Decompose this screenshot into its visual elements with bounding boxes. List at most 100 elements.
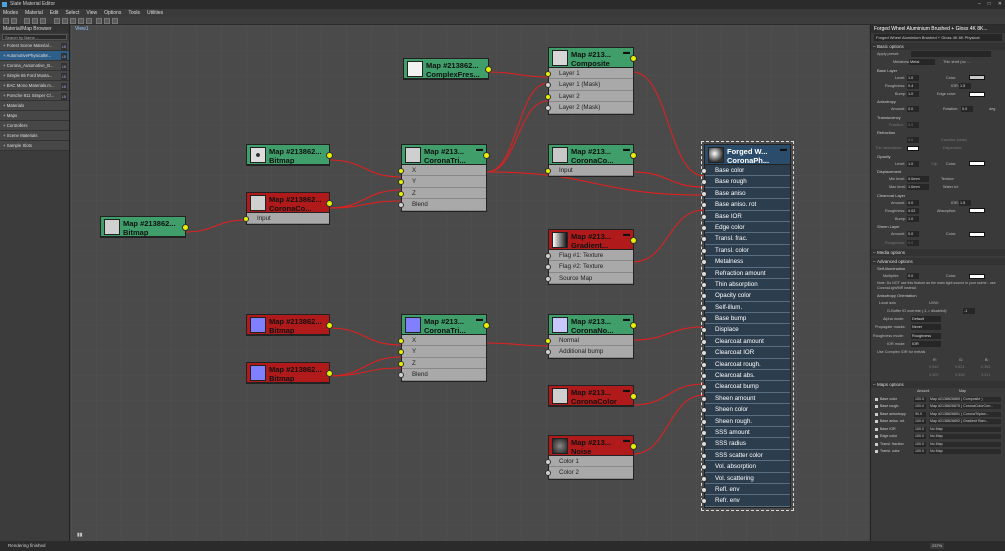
input-socket[interactable] bbox=[545, 470, 551, 477]
node-slot[interactable]: Refr. env bbox=[701, 495, 790, 507]
fraction-value[interactable]: 0.0 bbox=[907, 121, 919, 128]
node-triplanar-bot[interactable]: Map #213... CoronaTri... ▬ X Y Z Blend bbox=[398, 314, 490, 382]
input-socket[interactable] bbox=[701, 373, 707, 380]
input-socket[interactable] bbox=[701, 475, 707, 482]
input-socket[interactable] bbox=[545, 253, 551, 259]
map-slot-button[interactable]: Map #2138626889 ( Composite ) bbox=[929, 396, 1001, 402]
input-socket[interactable] bbox=[545, 93, 551, 100]
node-slot[interactable]: Opacity color bbox=[701, 290, 790, 302]
base-color-swatch[interactable] bbox=[969, 75, 985, 81]
select-tool-icon[interactable] bbox=[3, 18, 9, 24]
node-header[interactable]: Map #213... CoronaCo... ▬ bbox=[549, 145, 637, 165]
output-socket[interactable] bbox=[630, 152, 637, 159]
gbuffer-value[interactable]: -1 bbox=[963, 307, 975, 314]
aniso-amount-value[interactable]: 0.0 bbox=[907, 106, 919, 113]
output-socket[interactable] bbox=[630, 322, 637, 329]
k-b-value[interactable]: 3.311 bbox=[981, 371, 990, 379]
cc-roughness-value[interactable]: 0.02 bbox=[907, 207, 919, 214]
input-socket[interactable] bbox=[545, 105, 551, 112]
node-header[interactable]: Map #213... CoronaColor ▬ bbox=[549, 386, 637, 406]
minimize-button[interactable]: – bbox=[978, 0, 981, 9]
output-socket[interactable] bbox=[630, 55, 637, 62]
aniso-rotation-value[interactable]: 0.0 bbox=[961, 106, 973, 113]
input-socket[interactable] bbox=[545, 275, 551, 282]
output-socket[interactable] bbox=[630, 443, 637, 450]
input-socket[interactable] bbox=[701, 486, 707, 493]
node-header[interactable]: Map #213... Gradient... ▬ bbox=[549, 230, 637, 250]
assign-icon[interactable] bbox=[24, 18, 30, 24]
map-enable-checkbox[interactable] bbox=[875, 412, 878, 416]
k-r-value[interactable]: 3.500 bbox=[929, 371, 939, 379]
node-composite[interactable]: Map #213... Composite ▬ Layer 1 Layer 1 (Mas… bbox=[545, 47, 637, 115]
browser-item[interactable]: + AutomotivePhysicalM... LB bbox=[0, 51, 69, 61]
menu-edit[interactable]: Edit bbox=[50, 9, 59, 17]
input-socket[interactable] bbox=[701, 247, 707, 254]
menu-options[interactable]: Options bbox=[104, 9, 121, 17]
browser-item[interactable]: + Materials bbox=[0, 101, 69, 111]
node-slot[interactable]: Layer 2 (Mask) bbox=[545, 102, 633, 114]
input-socket[interactable] bbox=[701, 407, 707, 414]
input-socket[interactable] bbox=[398, 190, 404, 197]
maps-options-header[interactable]: Maps options bbox=[871, 381, 1005, 389]
uvw-radio[interactable]: UVW: bbox=[929, 299, 939, 307]
input-socket[interactable] bbox=[701, 281, 707, 288]
map-enable-checkbox[interactable] bbox=[875, 435, 878, 439]
sheen-color-swatch[interactable] bbox=[969, 231, 985, 237]
input-socket[interactable] bbox=[701, 441, 707, 448]
node-complexfresnel[interactable]: Map #213862... ComplexFres... bbox=[403, 58, 492, 80]
bump-value[interactable]: 1.0 bbox=[907, 91, 919, 98]
node-slot[interactable]: Sheen color bbox=[701, 404, 790, 416]
input-socket[interactable] bbox=[398, 168, 404, 174]
menu-utilities[interactable]: Utilities bbox=[147, 9, 163, 17]
layout-all-icon[interactable] bbox=[78, 18, 84, 24]
ior-value[interactable]: 1.5 bbox=[959, 82, 971, 89]
sheen-amount-value[interactable]: 0.0 bbox=[907, 231, 919, 238]
menu-view[interactable]: View bbox=[86, 9, 97, 17]
material-map-browser-icon[interactable] bbox=[96, 18, 102, 24]
node-slot[interactable]: Layer 1 (Mask) bbox=[545, 79, 633, 91]
opacity-level-value[interactable]: 1.0 bbox=[907, 160, 919, 167]
collapse-icon[interactable]: ▬ bbox=[623, 231, 630, 238]
zoom-dropdown[interactable]: 237% bbox=[930, 543, 945, 549]
map-enable-checkbox[interactable] bbox=[875, 405, 878, 409]
map-enable-checkbox[interactable] bbox=[875, 397, 878, 401]
browser-item[interactable]: + Controllers bbox=[0, 121, 69, 131]
n-g-value[interactable]: 0.824 bbox=[955, 363, 965, 371]
input-socket[interactable] bbox=[701, 429, 707, 436]
navigator-icon[interactable]: ▮▮ bbox=[77, 532, 83, 538]
input-socket[interactable] bbox=[545, 264, 551, 271]
n-b-value[interactable]: 0.352 bbox=[981, 363, 991, 371]
output-socket[interactable] bbox=[483, 152, 490, 159]
map-enable-checkbox[interactable] bbox=[875, 427, 878, 431]
basic-options-header[interactable]: Basic options bbox=[871, 43, 1005, 50]
input-socket[interactable] bbox=[701, 190, 707, 197]
output-socket[interactable] bbox=[326, 370, 333, 377]
input-socket[interactable] bbox=[398, 338, 404, 344]
map-slot-button[interactable]: No Map bbox=[929, 449, 1001, 455]
node-bitmap-left[interactable]: Map #213862... Bitmap bbox=[100, 216, 189, 238]
node-slot[interactable]: Blend bbox=[398, 199, 486, 211]
node-header[interactable]: Map #213... Composite ▬ bbox=[549, 48, 637, 68]
cc-bump-value[interactable]: 1.0 bbox=[907, 216, 919, 223]
node-material[interactable]: Forged W... CoronaPh... ▬ Base color Base ro… bbox=[701, 141, 794, 511]
map-slot-button[interactable]: No Map bbox=[929, 434, 1001, 440]
apply-preset-dropdown[interactable] bbox=[911, 51, 991, 57]
node-slot[interactable]: Clearcoat amount bbox=[701, 335, 790, 348]
collapse-icon[interactable]: ▬ bbox=[623, 49, 630, 56]
caustics-checkbox[interactable]: Caustics (slow) bbox=[941, 136, 967, 144]
node-header[interactable]: Map #213862... Bitmap bbox=[247, 363, 333, 383]
node-slot[interactable]: Base rough bbox=[701, 176, 790, 188]
input-socket[interactable] bbox=[701, 498, 707, 505]
map-amount[interactable]: 100.0 bbox=[914, 426, 926, 432]
node-slot[interactable]: Clearcoat bump bbox=[701, 381, 790, 393]
node-slot[interactable]: X bbox=[398, 335, 486, 347]
input-socket[interactable] bbox=[701, 168, 707, 174]
map-amount[interactable]: 100.0 bbox=[914, 434, 926, 440]
node-header[interactable]: Map #213... CoronaTri... ▬ bbox=[402, 145, 490, 165]
menu-tools[interactable]: Tools bbox=[128, 9, 140, 17]
map-slot-button[interactable]: Map #2138626875 ( CoronaColorCorr... bbox=[929, 404, 1001, 410]
multiplier-value[interactable]: 0.0 bbox=[907, 273, 919, 280]
map-slot-button[interactable]: Map #2138626892 ( Gradient Ram... bbox=[929, 419, 1001, 425]
base-level-value[interactable]: 1.0 bbox=[907, 74, 919, 81]
input-socket[interactable] bbox=[701, 418, 707, 425]
